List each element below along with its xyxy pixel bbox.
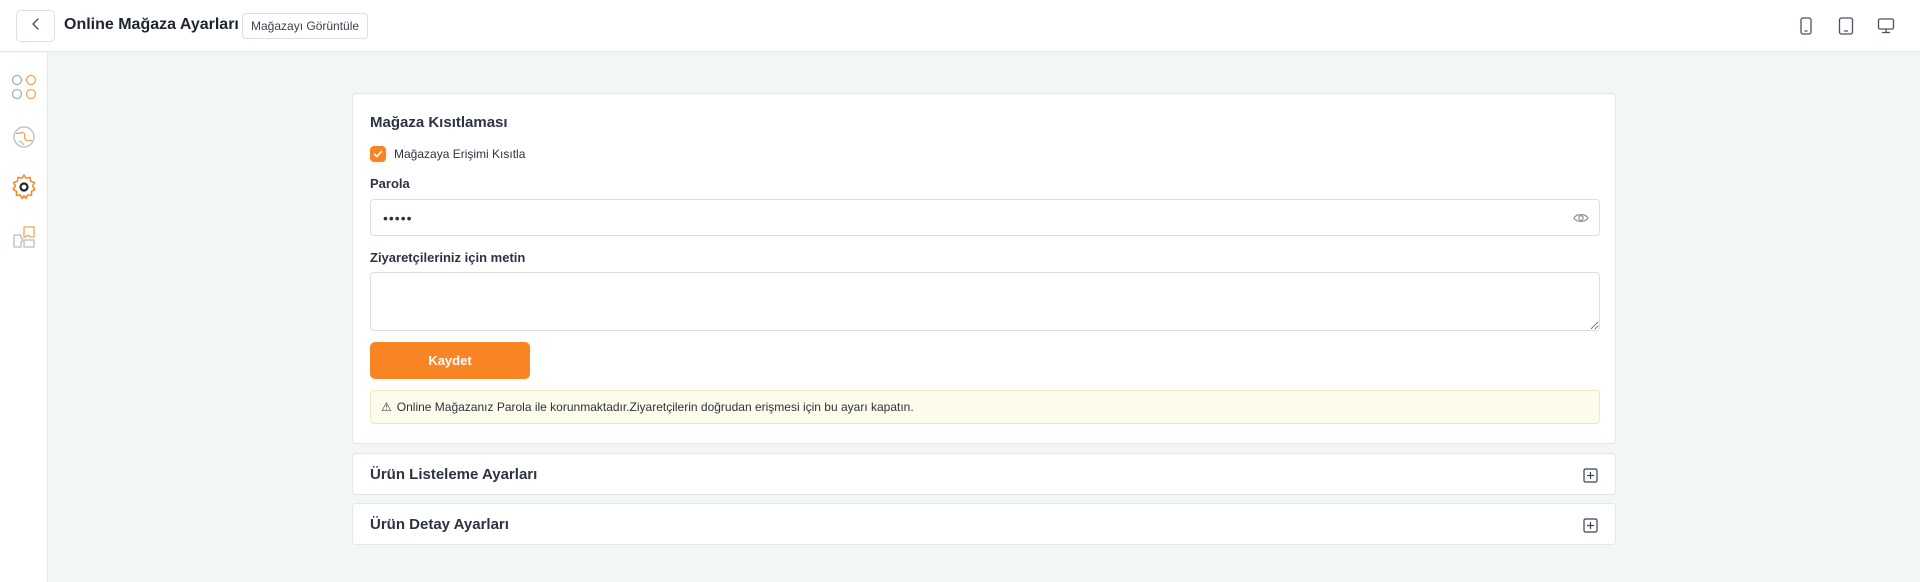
- sidebar-item-settings[interactable]: [9, 173, 39, 206]
- store-restriction-card: Mağaza Kısıtlaması Mağazaya Erişimi Kısı…: [352, 93, 1616, 444]
- tablet-icon[interactable]: [1835, 15, 1857, 37]
- password-input[interactable]: [370, 199, 1600, 236]
- restrict-access-checkbox[interactable]: [370, 146, 386, 162]
- puzzle-icon: [10, 223, 38, 256]
- section-title: Ürün Detay Ayarları: [370, 516, 509, 533]
- chevron-left-icon: [29, 17, 43, 36]
- visitor-text-input[interactable]: [370, 272, 1600, 331]
- gear-icon: [10, 173, 38, 206]
- sidebar-item-apps[interactable]: [9, 74, 39, 104]
- checkmark-icon: [373, 150, 383, 158]
- expand-plus-icon[interactable]: [1581, 516, 1599, 534]
- mobile-icon[interactable]: [1795, 15, 1817, 37]
- password-label: Parola: [370, 176, 410, 191]
- restrict-access-checkbox-row[interactable]: Mağazaya Erişimi Kısıtla: [370, 146, 525, 162]
- top-bar: Online Mağaza Ayarları Mağazayı Görüntül…: [0, 0, 1920, 52]
- back-button[interactable]: [16, 10, 55, 42]
- globe-icon: [11, 124, 37, 155]
- expand-plus-icon[interactable]: [1581, 466, 1599, 484]
- apps-grid-icon: [10, 73, 38, 106]
- product-listing-settings-section[interactable]: Ürün Listeleme Ayarları: [352, 453, 1616, 495]
- visitor-text-label: Ziyaretçileriniz için metin: [370, 250, 526, 265]
- page-title: Online Mağaza Ayarları: [64, 16, 239, 33]
- save-button[interactable]: Kaydet: [370, 342, 530, 379]
- store-restriction-title: Mağaza Kısıtlaması: [370, 114, 508, 131]
- sidebar-item-globe[interactable]: [9, 124, 39, 154]
- desktop-icon[interactable]: [1875, 15, 1897, 37]
- alert-text: Online Mağazanız Parola ile korunmaktadı…: [396, 400, 914, 414]
- sidebar: [0, 53, 48, 582]
- view-store-button[interactable]: Mağazayı Görüntüle: [242, 13, 369, 39]
- restrict-access-label: Mağazaya Erişimi Kısıtla: [394, 147, 526, 161]
- sidebar-item-integrations[interactable]: [9, 224, 39, 254]
- section-title: Ürün Listeleme Ayarları: [370, 466, 538, 483]
- eye-icon[interactable]: [1571, 208, 1591, 228]
- password-protection-alert: ⚠ Online Mağazanız Parola ile korunmakta…: [370, 390, 1600, 424]
- warning-icon: ⚠: [381, 400, 392, 414]
- product-detail-settings-section[interactable]: Ürün Detay Ayarları: [352, 503, 1616, 545]
